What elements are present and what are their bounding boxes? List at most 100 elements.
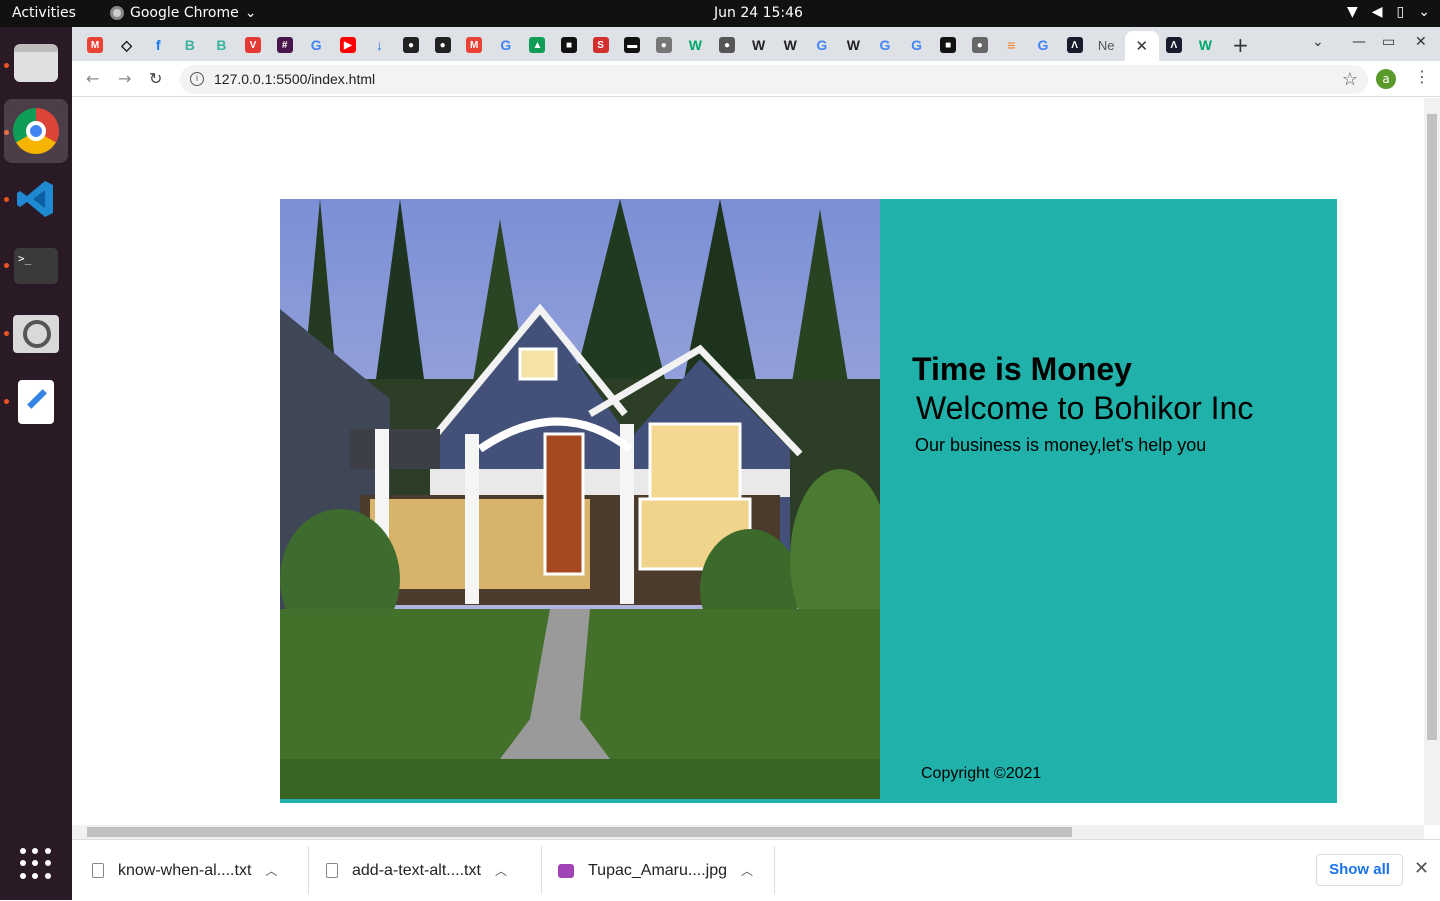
tab-app[interactable]: ■ bbox=[933, 31, 963, 59]
tab-vivaldi[interactable]: V bbox=[238, 31, 268, 59]
maximize-icon[interactable]: ▭ bbox=[1382, 34, 1395, 50]
w-icon: W bbox=[688, 37, 702, 53]
tab-wikipedia[interactable]: W bbox=[775, 31, 805, 59]
app-icon: Λ bbox=[1066, 37, 1083, 53]
close-icon[interactable]: ✕ bbox=[1414, 858, 1429, 879]
tab-google[interactable]: G bbox=[1028, 31, 1058, 59]
wikipedia-icon: W bbox=[846, 37, 860, 53]
info-icon[interactable]: i bbox=[190, 72, 204, 86]
google-icon: G bbox=[879, 37, 891, 53]
globe-icon: ● bbox=[971, 37, 988, 53]
text-editor-launcher[interactable] bbox=[4, 370, 68, 434]
address-bar[interactable]: i 127.0.0.1:5500/index.html ☆ bbox=[180, 65, 1368, 94]
wikipedia-icon: W bbox=[783, 37, 797, 53]
slack-icon: # bbox=[276, 37, 293, 53]
forward-arrow-icon[interactable]: → bbox=[118, 69, 131, 88]
tab-facebook[interactable]: f bbox=[143, 31, 173, 59]
tab-w[interactable]: W bbox=[1190, 31, 1220, 59]
active-tab[interactable]: ✕ bbox=[1124, 31, 1159, 61]
google-icon: G bbox=[310, 37, 322, 53]
chevron-up-icon[interactable]: ︿ bbox=[741, 862, 753, 879]
clock[interactable]: Jun 24 15:46 bbox=[714, 5, 803, 21]
download-item[interactable]: add-a-text-alt....txt ︿ bbox=[326, 840, 507, 901]
tab-wikipedia[interactable]: W bbox=[838, 31, 868, 59]
tab-terminal[interactable]: ▬ bbox=[617, 31, 647, 59]
tab-stackoverflow[interactable]: ≡ bbox=[996, 31, 1026, 59]
tab-w[interactable]: W bbox=[680, 31, 710, 59]
chrome-launcher[interactable] bbox=[4, 99, 68, 163]
close-tab-icon[interactable]: ✕ bbox=[1136, 37, 1149, 55]
tab-globe[interactable]: ● bbox=[649, 31, 679, 59]
tab-app[interactable]: ■ bbox=[554, 31, 584, 59]
vertical-scrollbar[interactable] bbox=[1424, 98, 1440, 825]
hero-subtitle: Welcome to Bohikor Inc bbox=[916, 390, 1254, 426]
scroll-thumb[interactable] bbox=[87, 827, 1072, 837]
minimize-icon[interactable]: — bbox=[1352, 34, 1366, 50]
chevron-up-icon[interactable]: ︿ bbox=[265, 862, 277, 879]
tab-google[interactable]: G bbox=[902, 31, 932, 59]
url-text: 127.0.0.1:5500/index.html bbox=[214, 71, 376, 87]
hero-text-block: Time is Money Welcome to Bohikor Inc Our… bbox=[912, 351, 1253, 456]
scroll-thumb[interactable] bbox=[1427, 114, 1437, 740]
tab-wikipedia[interactable]: W bbox=[744, 31, 774, 59]
download-item[interactable]: know-when-al....txt ︿ bbox=[92, 840, 277, 901]
tab-download[interactable]: ↓ bbox=[364, 31, 394, 59]
tab-s[interactable]: S bbox=[586, 31, 616, 59]
tab-app[interactable]: Λ bbox=[1159, 31, 1189, 59]
tab-globe[interactable]: ● bbox=[965, 31, 995, 59]
back-arrow-icon[interactable]: ← bbox=[86, 69, 99, 88]
github-icon: ● bbox=[403, 37, 419, 53]
tab-gmail[interactable]: M bbox=[80, 31, 110, 59]
tab-gmail[interactable]: M bbox=[459, 31, 489, 59]
system-tray[interactable]: ▼ ◀ ▯ ⌄ bbox=[1347, 4, 1430, 20]
app-menu[interactable]: Google Chrome ⌄ bbox=[110, 5, 256, 21]
tab-github[interactable]: ● bbox=[396, 31, 426, 59]
chrome-icon bbox=[110, 6, 124, 20]
facebook-icon: f bbox=[155, 37, 161, 53]
horizontal-scrollbar[interactable] bbox=[72, 825, 1424, 839]
new-tab-button[interactable]: + bbox=[1232, 33, 1249, 57]
activities-button[interactable]: Activities bbox=[12, 5, 76, 21]
tab-globe[interactable]: ● bbox=[712, 31, 742, 59]
magnifier-launcher[interactable] bbox=[4, 302, 68, 366]
close-window-icon[interactable]: ✕ bbox=[1415, 34, 1427, 50]
tab-ne-tab[interactable]: Ne bbox=[1091, 31, 1121, 59]
tab-google[interactable]: G bbox=[807, 31, 837, 59]
hero-title: Time is Money bbox=[912, 351, 1132, 387]
tab-search-icon[interactable]: ⌄ bbox=[1312, 34, 1324, 50]
chevron-up-icon[interactable]: ︿ bbox=[495, 862, 507, 879]
menu-kebab-icon[interactable]: ⋮ bbox=[1414, 67, 1430, 86]
chrome-icon bbox=[13, 108, 59, 154]
dock: >_ bbox=[0, 27, 72, 900]
tab-google[interactable]: G bbox=[301, 31, 331, 59]
hero-tagline: Our business is money,let's help you bbox=[915, 435, 1207, 455]
tab-google[interactable]: G bbox=[870, 31, 900, 59]
hero-section: Time is Money Welcome to Bohikor Inc Our… bbox=[280, 199, 1337, 803]
app-icon: ■ bbox=[940, 37, 957, 53]
tab-bookmark-doc[interactable]: B bbox=[175, 31, 205, 59]
browser-window: M ◇ f B B V # G ▶ ↓ ● ● M G ▲ ■ S ▬ ● W ● W W G W G G ■ ● ≡ G Λ Ne ✕ Λ W + ⌄ —… bbox=[72, 27, 1440, 900]
show-all-button[interactable]: Show all bbox=[1316, 854, 1403, 886]
house-photo bbox=[280, 199, 880, 799]
tab-slack[interactable]: # bbox=[270, 31, 300, 59]
vscode-launcher[interactable] bbox=[4, 167, 68, 231]
ne-tab-icon: Ne bbox=[1097, 37, 1115, 53]
download-item[interactable]: Tupac_Amaru....jpg ︿ bbox=[558, 840, 753, 901]
tab-app[interactable]: Λ bbox=[1060, 31, 1090, 59]
files-launcher[interactable] bbox=[4, 31, 68, 95]
reload-icon[interactable]: ↻ bbox=[149, 69, 162, 88]
tab-github[interactable]: ● bbox=[428, 31, 458, 59]
google-icon: G bbox=[500, 37, 512, 53]
terminal-launcher[interactable]: >_ bbox=[4, 234, 68, 298]
tab-google[interactable]: G bbox=[491, 31, 521, 59]
profile-avatar[interactable]: a bbox=[1376, 69, 1396, 89]
tab-bookmark-doc[interactable]: B bbox=[206, 31, 236, 59]
tab-drive[interactable]: ▲ bbox=[522, 31, 552, 59]
gmail-icon: M bbox=[87, 37, 103, 53]
bookmark-star-icon[interactable]: ☆ bbox=[1342, 65, 1358, 94]
image-file-icon bbox=[558, 863, 574, 878]
text-file-icon bbox=[326, 863, 338, 878]
tab-codepen[interactable]: ◇ bbox=[112, 31, 142, 59]
show-applications-icon[interactable] bbox=[20, 848, 52, 880]
tab-youtube[interactable]: ▶ bbox=[333, 31, 363, 59]
